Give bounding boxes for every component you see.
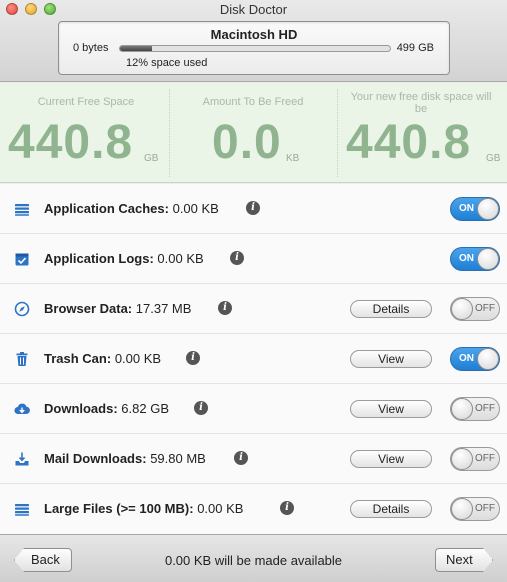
item-size: 0.00 KB [197,501,244,516]
stack-icon [15,504,29,516]
item-size: 6.82 GB [121,401,169,416]
toggle-browser-data[interactable]: OFF [450,297,500,321]
divider [169,89,170,177]
disk-name: Macintosh HD [210,27,298,42]
disk-min-label: 0 bytes [73,42,109,54]
trash-icon [16,352,28,366]
stat-label: Your new free disk space will be [350,91,492,115]
info-icon[interactable]: i [194,401,208,415]
disk-usage-fill [120,46,153,51]
divider [337,89,338,177]
item-label: Downloads: 6.82 GB [44,401,169,416]
toggle-state: OFF [475,403,495,414]
title-bar: Disk Doctor Macintosh HD 0 bytes 499 GB … [0,0,507,82]
stat-value: 440.8 [8,116,134,169]
list-item-application-caches: Application Caches: 0.00 KB i ON [0,184,507,234]
cleanup-items-list: Application Caches: 0.00 KB i ON Applica… [0,184,507,534]
toggle-state: ON [459,353,474,364]
toggle-knob [477,198,499,220]
current-free-space-stat: Current Free Space 440.8 GB [6,89,166,177]
toggle-state: ON [459,253,474,264]
list-item-browser-data: Browser Data: 17.37 MB i Details OFF [0,284,507,334]
toggle-knob [451,498,473,520]
disk-max-label: 499 GB [396,42,434,54]
item-label: Large Files (>= 100 MB): 0.00 KB [44,501,243,516]
toggle-state: OFF [475,453,495,464]
toggle-knob [477,248,499,270]
stat-unit: GB [486,153,501,164]
toggle-downloads[interactable]: OFF [450,397,500,421]
stat-value: 440.8 [346,116,472,169]
toggle-state: OFF [475,503,495,514]
amount-freed-stat: Amount To Be Freed 0.0 KB [172,89,334,177]
disk-used-text: 12% space used [126,57,208,69]
info-icon[interactable]: i [234,451,248,465]
tray-download-icon [15,452,29,466]
disk-usage-bar [119,45,391,52]
stat-unit: KB [286,153,300,164]
item-label: Trash Can: 0.00 KB [44,351,161,366]
toggle-state: OFF [475,303,495,314]
compass-icon [14,301,30,317]
list-item-downloads: Downloads: 6.82 GB i View OFF [0,384,507,434]
item-size: 0.00 KB [114,351,162,366]
toggle-application-caches[interactable]: ON [450,197,500,221]
item-name: Trash Can: [44,351,112,366]
item-name: Application Caches: [44,201,169,216]
window-title: Disk Doctor [219,2,288,17]
bottom-bar: Back 0.00 KB will be made available Next [0,534,507,582]
info-icon[interactable]: i [280,501,294,515]
stats-panel: Current Free Space 440.8 GB Amount To Be… [0,83,507,183]
list-item-application-logs: Application Logs: 0.00 KB i ON [0,234,507,284]
info-icon[interactable]: i [218,301,232,315]
stack-icon [15,204,29,216]
item-name: Browser Data: [44,301,133,316]
stat-label: Current Free Space [37,96,135,108]
toggle-trash-can[interactable]: ON [450,347,500,371]
toggle-application-logs[interactable]: ON [450,247,500,271]
calendar-check-icon [15,253,29,266]
item-name: Application Logs: [44,251,154,266]
disk-usage-panel: Macintosh HD 0 bytes 499 GB 12% space us… [58,21,450,75]
item-name: Downloads: [44,401,118,416]
back-button[interactable]: Back [14,548,72,572]
stat-value: 0.0 [212,116,282,169]
item-name: Mail Downloads: [44,451,147,466]
item-name: Large Files (>= 100 MB): [44,501,194,516]
new-free-space-stat: Your new free disk space will be 440.8 G… [340,89,502,177]
stat-label: Amount To Be Freed [202,96,304,108]
details-button[interactable]: Details [350,500,432,518]
item-label: Browser Data: 17.37 MB [44,301,191,316]
toggle-state: ON [459,203,474,214]
toggle-mail-downloads[interactable]: OFF [450,447,500,471]
list-item-mail-downloads: Mail Downloads: 59.80 MB i View OFF [0,434,507,484]
list-item-large-files: Large Files (>= 100 MB): 0.00 KB i Detai… [0,484,507,534]
view-button[interactable]: View [350,400,432,418]
toggle-knob [477,348,499,370]
toggle-knob [451,398,473,420]
stat-unit: GB [144,153,159,164]
toggle-knob [451,448,473,470]
info-icon[interactable]: i [246,201,260,215]
item-size: 0.00 KB [157,251,204,266]
next-button[interactable]: Next [435,548,493,572]
list-item-trash-can: Trash Can: 0.00 KB i View ON [0,334,507,384]
details-button[interactable]: Details [350,300,432,318]
view-button[interactable]: View [350,350,432,368]
toggle-large-files[interactable]: OFF [450,497,500,521]
item-label: Mail Downloads: 59.80 MB [44,451,206,466]
info-icon[interactable]: i [186,351,200,365]
view-button[interactable]: View [350,450,432,468]
item-size: 59.80 MB [150,451,206,466]
item-label: Application Logs: 0.00 KB [44,251,204,266]
item-size: 0.00 KB [172,201,219,216]
info-icon[interactable]: i [230,251,244,265]
item-size: 17.37 MB [135,301,192,316]
cloud-download-icon [14,403,30,415]
item-label: Application Caches: 0.00 KB [44,201,219,216]
toggle-knob [451,298,473,320]
status-text: 0.00 KB will be made available [164,553,343,568]
